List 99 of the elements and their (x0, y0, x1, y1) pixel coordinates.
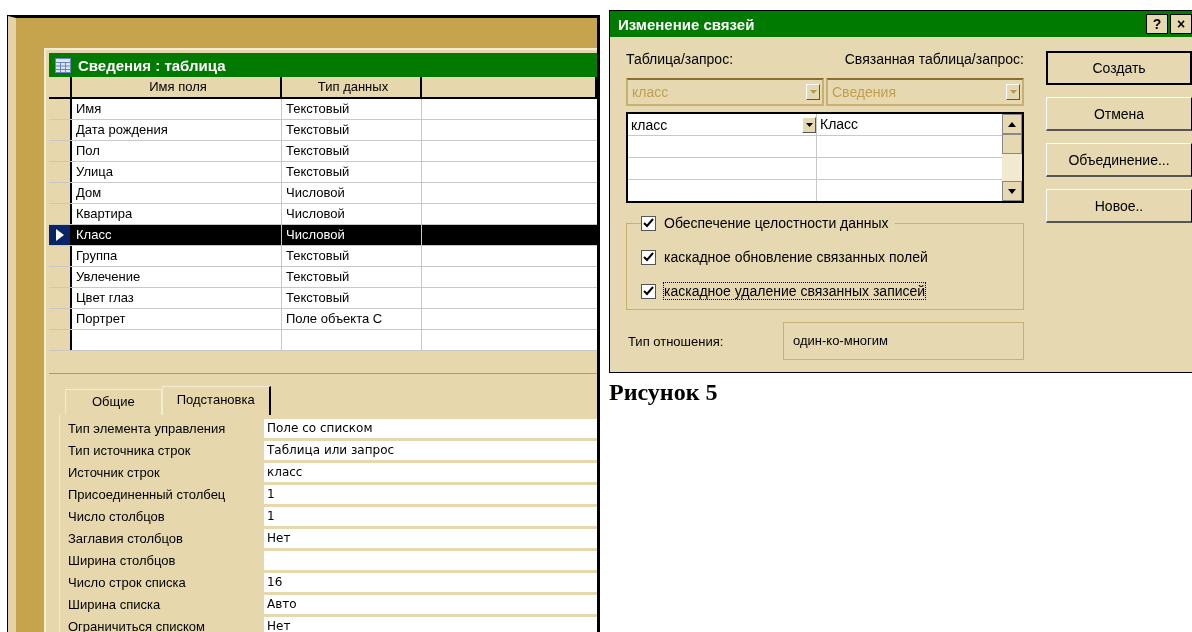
dialog-button[interactable]: Отмена (1046, 97, 1192, 131)
down-arrow-icon (1008, 188, 1016, 194)
table-cell: Текстовый (282, 120, 422, 140)
property-label: Тип источника строк (68, 442, 192, 458)
field-row[interactable]: Улица Текстовый (49, 162, 597, 183)
field-row[interactable]: Дом Числовой (49, 183, 597, 204)
property-label: Присоединенный столбец (68, 486, 227, 502)
scrollbar[interactable] (1002, 114, 1022, 201)
up-arrow-icon (1008, 121, 1016, 127)
field-row[interactable]: Группа Текстовый (49, 246, 597, 267)
checkbox[interactable] (641, 249, 656, 265)
scroll-down-button[interactable] (1002, 181, 1022, 201)
scroll-thumb[interactable] (1002, 134, 1022, 154)
property-value-field[interactable]: 1 (264, 506, 597, 526)
property-value-field[interactable]: Поле со списком (264, 418, 597, 438)
table-cell: Числовой (282, 225, 422, 245)
field-row[interactable]: Пол Текстовый (49, 141, 597, 162)
tab[interactable]: Общие (65, 389, 162, 415)
table-cell: Пол (72, 141, 282, 161)
row-selector[interactable] (49, 288, 72, 308)
checkbox-label: Обеспечение целостности данных (664, 215, 889, 231)
checkbox[interactable] (641, 215, 656, 231)
property-value-field[interactable]: Нет (264, 616, 597, 632)
table-label: Таблица/запрос: (626, 51, 734, 67)
property-label: Число столбцов (68, 508, 166, 524)
row-selector[interactable] (49, 267, 72, 287)
property-value-field[interactable]: Авто (264, 594, 597, 614)
property-value-field[interactable]: Нет (264, 528, 597, 548)
table-cell: Увлечение (72, 267, 282, 287)
dialog-button[interactable]: Объединение... (1046, 143, 1192, 177)
property-label: Ширина столбцов (68, 552, 177, 568)
property-value-field[interactable]: 1 (264, 484, 597, 504)
checkbox-label: каскадное обновление связанных полей (664, 249, 928, 265)
table-cell: Поле объекта С (282, 309, 422, 329)
field-row[interactable]: Цвет глаз Текстовый (49, 288, 597, 309)
row-selector[interactable] (49, 246, 72, 266)
field-row[interactable]: Увлечение Текстовый (49, 267, 597, 288)
figure-caption: Рисунок 5 (609, 379, 719, 406)
caret-icon (1009, 90, 1017, 94)
table-cell: Текстовый (282, 267, 422, 287)
row-selector[interactable] (49, 99, 72, 119)
row-selector[interactable] (49, 120, 72, 140)
column-header: Тип данных (282, 77, 422, 97)
row-selector[interactable] (49, 183, 72, 203)
grid-cell[interactable]: класс (628, 114, 817, 135)
related-table-label: Связанная таблица/запрос: (844, 51, 1024, 67)
checkbox[interactable] (641, 283, 656, 299)
dialog-button[interactable]: Новое.. (1046, 189, 1192, 223)
table-cell: Текстовый (282, 99, 422, 119)
property-label: Заглавия столбцов (68, 530, 184, 546)
relationship-type-value: один-ко-многим (783, 322, 1024, 360)
column-header: Имя поля (72, 77, 282, 97)
property-label: Тип элемента управления (68, 420, 227, 436)
tab[interactable]: Подстановка (161, 386, 271, 415)
row-selector[interactable] (49, 225, 72, 245)
field-row[interactable]: Портрет Поле объекта С (49, 309, 597, 330)
property-label: Ширина списка (68, 596, 162, 612)
table-cell: Текстовый (282, 288, 422, 308)
property-label: Число строк списка (68, 574, 187, 590)
grid-cell[interactable]: Класс (817, 114, 1002, 135)
caret-icon (805, 122, 813, 127)
property-label: Источник строк (68, 464, 161, 480)
property-value-field[interactable]: класс (264, 462, 597, 482)
field-row[interactable]: Имя Текстовый (49, 99, 597, 120)
table-cell: Портрет (72, 309, 282, 329)
table-cell: Улица (72, 162, 282, 182)
row-selector[interactable] (49, 204, 72, 224)
property-value-field[interactable]: 16 (264, 572, 597, 592)
checkbox-label: каскадное удаление связанных записей (664, 283, 926, 299)
table-cell: Группа (72, 246, 282, 266)
table-cell: Дата рождения (72, 120, 282, 140)
table-cell: Цвет глаз (72, 288, 282, 308)
property-value-field[interactable] (264, 550, 597, 570)
field-row[interactable]: Дата рождения Текстовый (49, 120, 597, 141)
row-pointer-icon (55, 229, 64, 241)
relationship-type-label: Тип отношения: (628, 333, 725, 349)
table-cell: Числовой (282, 183, 422, 203)
table-cell: Текстовый (282, 246, 422, 266)
field-row[interactable]: Класс Числовой (49, 225, 597, 246)
table-cell: Числовой (282, 204, 422, 224)
help-button[interactable]: ? (1146, 14, 1168, 34)
table-cell: Класс (72, 225, 282, 245)
table-cell: Квартира (72, 204, 282, 224)
caret-icon (809, 90, 817, 94)
dialog-title: Изменение связей (618, 15, 755, 33)
table-cell: Дом (72, 183, 282, 203)
row-selector[interactable] (49, 141, 72, 161)
dropdown-button[interactable] (802, 116, 816, 133)
property-value-field[interactable]: Таблица или запрос (264, 440, 597, 460)
table-cell: Имя (72, 99, 282, 119)
row-selector[interactable] (49, 309, 72, 329)
scroll-up-button[interactable] (1002, 114, 1022, 134)
table-cell: Текстовый (282, 162, 422, 182)
table-cell: Текстовый (282, 141, 422, 161)
window-title: Сведения : таблица (78, 56, 226, 74)
close-button[interactable]: × (1170, 14, 1192, 34)
row-selector[interactable] (49, 162, 72, 182)
dialog-button[interactable]: Создать (1046, 51, 1192, 85)
table-icon (55, 57, 71, 73)
